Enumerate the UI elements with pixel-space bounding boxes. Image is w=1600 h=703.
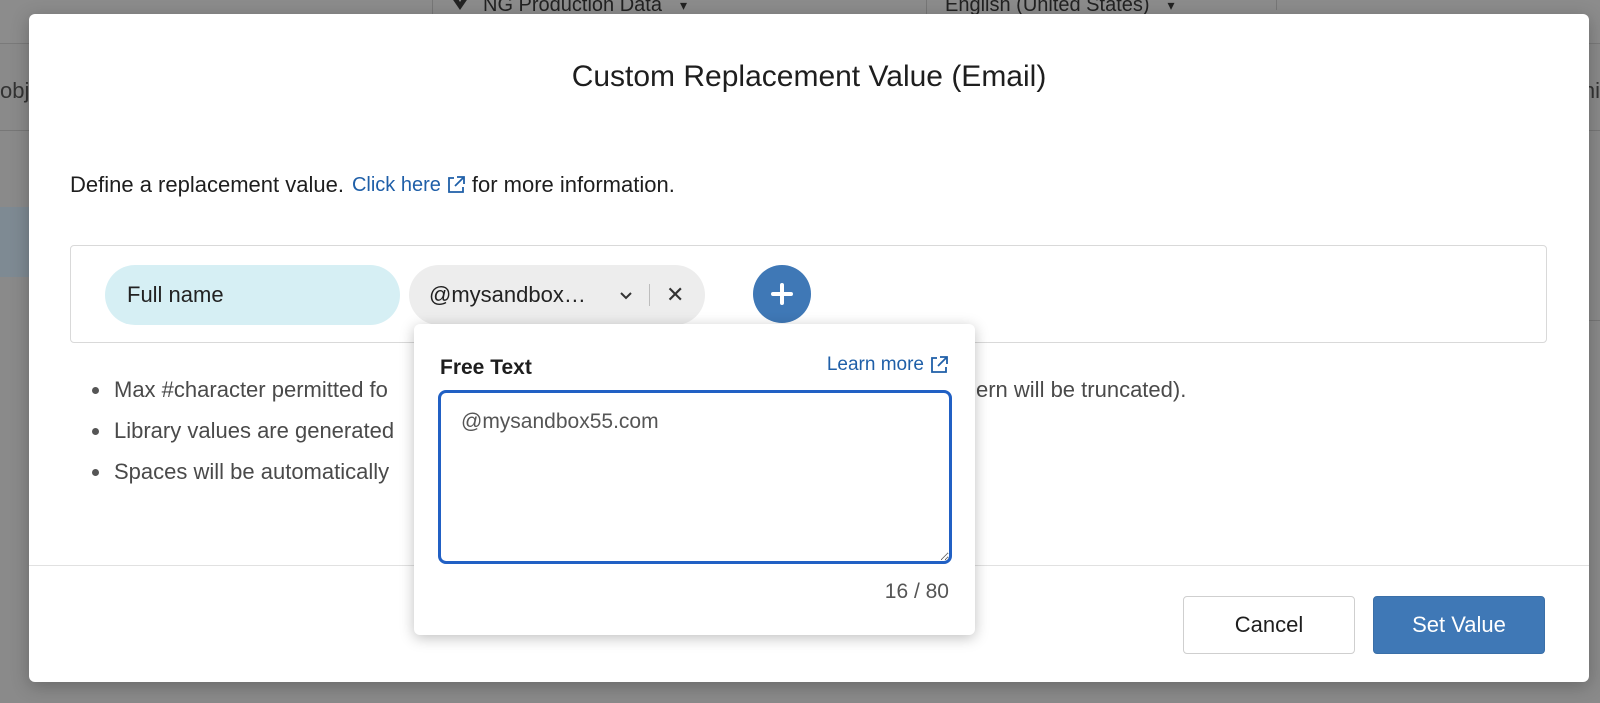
chevron-down-icon[interactable] xyxy=(617,286,635,304)
popover-title: Free Text xyxy=(440,356,532,379)
close-icon[interactable]: ✕ xyxy=(666,282,684,308)
plus-icon xyxy=(771,283,793,305)
dialog-title: Custom Replacement Value (Email) xyxy=(571,60,1047,93)
free-text-popover: Free Text Learn more @mysandbox55.com 16… xyxy=(414,324,975,635)
rule-item: Library values are generated xyxy=(90,415,394,456)
more-info-link-label: Click here xyxy=(351,173,441,196)
add-segment-button[interactable] xyxy=(753,265,811,323)
background-divider xyxy=(0,130,30,131)
intro-suffix: for more information. xyxy=(471,172,675,197)
intro-text: Define a replacement value. Click here f… xyxy=(70,172,675,198)
rule-item: Spaces will be automatically xyxy=(90,456,394,497)
chip-separator xyxy=(649,284,650,306)
cancel-button[interactable]: Cancel xyxy=(1183,596,1355,654)
background-left-text: obj xyxy=(0,78,30,103)
full-name-chip-label: Full name xyxy=(127,282,224,307)
intro-label: Define a replacement value. xyxy=(70,172,344,197)
more-info-link[interactable]: Click here xyxy=(352,174,466,197)
rules-list: Max #character permitted fo Library valu… xyxy=(90,374,394,497)
learn-more-label: Learn more xyxy=(826,354,924,375)
topbar-divider xyxy=(1276,0,1396,10)
background-selected-row xyxy=(0,207,30,277)
rule-item: Max #character permitted fo xyxy=(90,374,394,415)
chevron-down-icon: ▾ xyxy=(679,0,688,13)
character-counter: 16 / 80 xyxy=(884,580,949,603)
chevron-down-icon: ▾ xyxy=(1167,0,1175,13)
set-value-button[interactable]: Set Value xyxy=(1373,596,1545,654)
email-chip-value: @mysandbox… xyxy=(429,282,586,307)
free-text-input[interactable]: @mysandbox55.com xyxy=(438,390,952,564)
rule-item-continued: ern will be truncated). xyxy=(976,377,1187,402)
full-name-chip[interactable]: Full name xyxy=(105,265,400,325)
external-link-icon xyxy=(931,356,948,373)
external-link-icon xyxy=(447,176,465,193)
email-domain-chip[interactable]: @mysandbox… ✕ xyxy=(409,265,705,325)
learn-more-link[interactable]: Learn more xyxy=(827,354,949,376)
